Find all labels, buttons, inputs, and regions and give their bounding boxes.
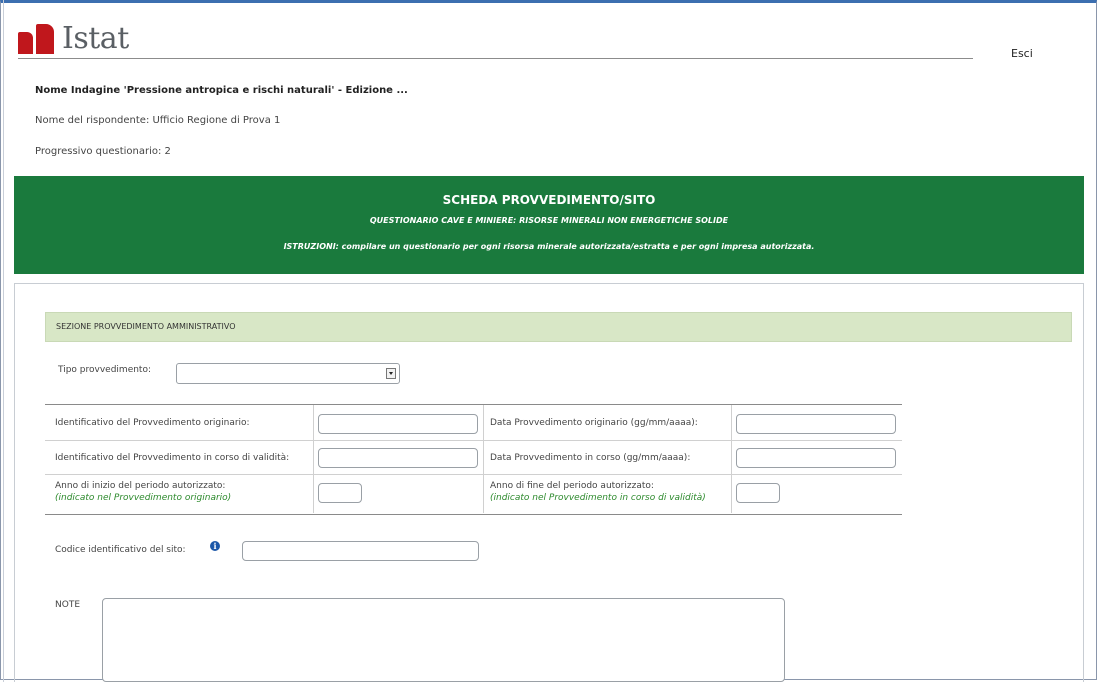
- banner-title: SCHEDA PROVVEDIMENTO/SITO: [442, 193, 656, 207]
- data-provvedimento-corso-input[interactable]: [736, 448, 896, 468]
- logout-link[interactable]: Esci: [1011, 47, 1033, 60]
- survey-name: Nome Indagine 'Pressione antropica e ris…: [35, 85, 408, 96]
- anno-fine-note: (indicato nel Provvedimento in corso di …: [490, 493, 706, 503]
- banner-subtitle: QUESTIONARIO CAVE E MINIERE: RISORSE MIN…: [369, 216, 729, 225]
- note-textarea[interactable]: [102, 598, 785, 682]
- istat-logo-mark-icon: [18, 24, 56, 54]
- grid-col-divider: [483, 405, 484, 513]
- tipo-provvedimento-label: Tipo provvedimento:: [58, 365, 152, 375]
- anno-fine-label: Anno di fine del periodo autorizzato:: [490, 481, 654, 491]
- id-provvedimento-originario-label: Identificativo del Provvedimento origina…: [55, 418, 250, 428]
- anno-inizio-note: (indicato nel Provvedimento originario): [55, 493, 232, 503]
- tipo-provvedimento-select[interactable]: [176, 363, 400, 384]
- id-provvedimento-originario-input[interactable]: [318, 414, 478, 434]
- grid-row-divider: [45, 440, 902, 441]
- logo-text: Istat: [62, 21, 129, 56]
- anno-inizio-label: Anno di inizio del periodo autorizzato:: [55, 481, 226, 491]
- grid-col-divider: [731, 405, 732, 513]
- data-provvedimento-corso-label: Data Provvedimento in corso (gg/mm/aaaa)…: [490, 453, 691, 463]
- codice-sito-input[interactable]: [242, 541, 479, 561]
- istat-logo[interactable]: Istat: [18, 24, 129, 54]
- data-provvedimento-originario-label: Data Provvedimento originario (gg/mm/aaa…: [490, 418, 698, 428]
- form-banner: SCHEDA PROVVEDIMENTO/SITO QUESTIONARIO C…: [14, 176, 1084, 274]
- note-label: NOTE: [55, 600, 81, 610]
- respondent-name: Nome del rispondente: Ufficio Regione di…: [35, 115, 281, 126]
- grid-col-divider: [313, 405, 314, 513]
- progressive-number: Progressivo questionario: 2: [35, 146, 171, 157]
- section-header: SEZIONE PROVVEDIMENTO AMMINISTRATIVO: [45, 312, 1072, 342]
- grid-row-divider: [45, 474, 902, 475]
- codice-sito-label: Codice identificativo del sito:: [55, 545, 186, 555]
- banner-instructions: ISTRUZIONI: compilare un questionario pe…: [283, 242, 815, 251]
- id-provvedimento-corso-label: Identificativo del Provvedimento in cors…: [55, 453, 290, 463]
- info-icon[interactable]: i: [210, 541, 220, 551]
- header-divider: [18, 58, 973, 59]
- anno-fine-input[interactable]: [736, 483, 780, 503]
- anno-inizio-input[interactable]: [318, 483, 362, 503]
- data-provvedimento-originario-input[interactable]: [736, 414, 896, 434]
- dropdown-arrow-icon[interactable]: [386, 368, 396, 379]
- left-border: [3, 0, 4, 682]
- id-provvedimento-corso-input[interactable]: [318, 448, 478, 468]
